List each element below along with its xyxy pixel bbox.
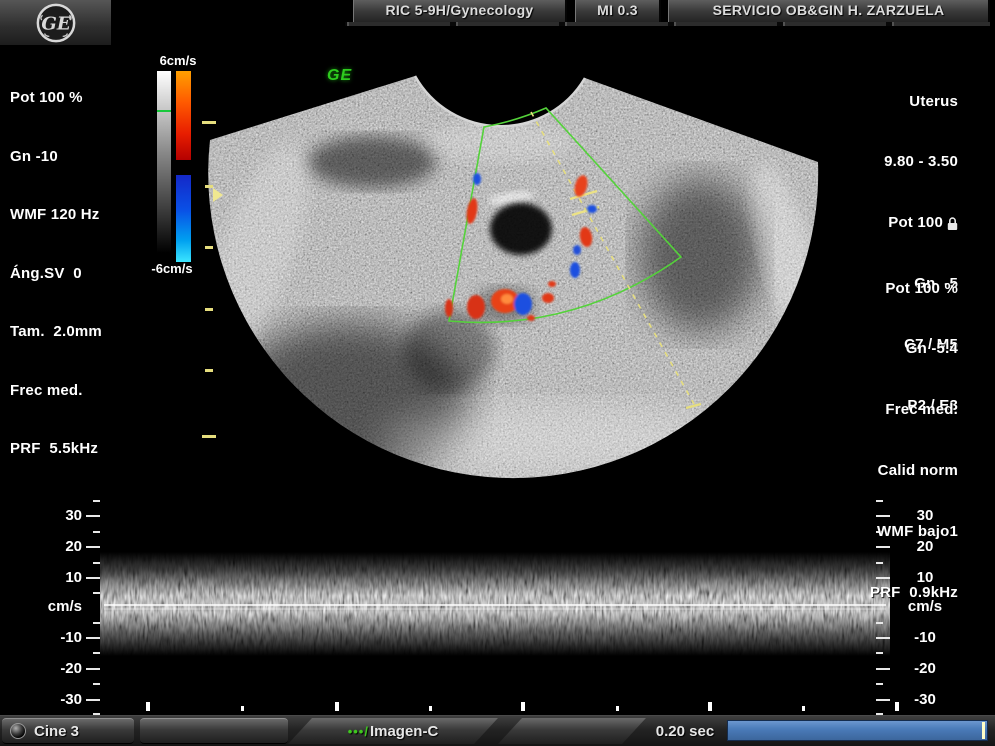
ultrasound-screen: GE RIC 5-9H/Gynecology MI 0.3 SERVICIO O… [0,0,995,746]
spectral-doppler-trace [100,552,890,656]
velocity-tick-label: -20 [893,660,957,677]
image-mode-button[interactable]: •••/ Imagen-C [288,718,498,744]
param-line-locked: Pot 100 [884,213,958,233]
param-line: Frec med. [10,381,102,401]
top-status-bar: GE RIC 5-9H/Gynecology MI 0.3 SERVICIO O… [0,0,995,22]
velocity-tick-label: 10 [893,569,957,586]
param-line: Gn -5.4 [870,339,958,359]
institution-label: SERVICIO OB&GIN H. ZARZUELA [668,0,990,22]
lock-icon [947,217,958,231]
velocity-tick-label: -20 [32,660,82,677]
exam-preset-label: Uterus [884,92,958,112]
param-line: 9.80 - 3.50 [884,152,958,172]
param-line: Frec med. [870,400,958,420]
cine-progress-bar[interactable] [727,720,988,741]
progress-position-marker[interactable] [982,722,985,739]
velocity-tick-label: -10 [32,629,82,646]
topbar-button-row [345,22,990,27]
param-line: Gn -10 [10,147,102,167]
mode-dots-icon: •••/ [348,724,369,739]
ge-logo-icon: GE [35,2,77,44]
gray-map-marker [157,110,171,112]
param-line: Calid norm [870,461,958,481]
velocity-tick-label: 20 [893,538,957,555]
param-line: Áng.SV 0 [10,264,102,284]
doppler-parameters-block: Pot 100 % Gn -10 WMF 120 Hz Áng.SV 0 Tam… [10,49,102,498]
bmode-fan-image [180,50,860,495]
velocity-tick-label: 30 [893,507,957,524]
ge-logo-box: GE [0,0,113,45]
sweep-time-label: 0.20 sec [644,718,726,744]
velocity-axis-unit: cm/s [893,598,957,615]
velocity-scale-max: 6cm/s [153,53,203,68]
velocity-tick-label: 10 [32,569,82,586]
velocity-tick-label: 20 [32,538,82,555]
param-line: WMF 120 Hz [10,205,102,225]
bottom-toolbar: Cine 3 •••/ Imagen-C 0.20 sec [0,715,995,746]
trackball-icon [10,723,26,739]
probe-application-label: RIC 5-9H/Gynecology [353,0,567,22]
softkey-button-blank[interactable] [140,718,288,744]
time-axis-ticks [146,702,899,711]
svg-text:GE: GE [41,13,71,34]
softkey-slant-blank[interactable] [498,718,646,744]
mi-value-label: MI 0.3 [575,0,661,22]
ge-watermark: GE [327,67,352,85]
cine-button[interactable]: Cine 3 [2,718,134,744]
velocity-tick-label: -30 [32,691,82,708]
param-line: Pot 100 % [870,279,958,299]
param-line: Pot 100 % [10,88,102,108]
cine-button-label: Cine 3 [34,723,79,740]
velocity-tick-label: -30 [893,691,957,708]
image-mode-label: Imagen-C [370,723,438,740]
ultrasound-image-layer [0,0,995,746]
velocity-tick-label: 30 [32,507,82,524]
velocity-axis-unit: cm/s [32,598,82,615]
velocity-scale-min: -6cm/s [143,261,201,276]
param-line: Tam. 2.0mm [10,322,102,342]
param-line: PRF 5.5kHz [10,439,102,459]
grayscale-bar [157,71,171,253]
flow-colorbar-negative [176,175,191,262]
velocity-tick-label: -10 [893,629,957,646]
flow-colorbar-positive [176,71,191,160]
